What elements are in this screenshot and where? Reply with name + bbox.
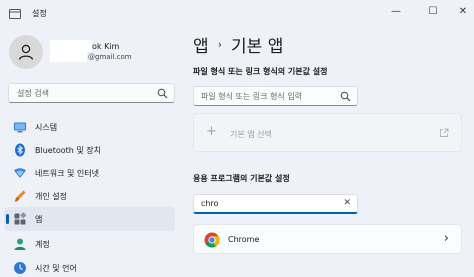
sidebar-item-label: 네트워크 및 인터넷	[35, 169, 99, 178]
app-list-item-chrome[interactable]: Chrome ›	[193, 224, 462, 254]
settings-search-input[interactable]	[9, 88, 149, 98]
sidebar-item-label: 앱	[35, 215, 43, 224]
app-search-input[interactable]	[194, 199, 324, 208]
app-section-title: 응용 프로그램의 기본값 설정	[193, 174, 290, 183]
time-language-icon	[14, 262, 26, 274]
file-type-search-box[interactable]	[193, 86, 358, 106]
file-type-section-title: 파일 형식 또는 링크 형식의 기본값 설정	[193, 67, 328, 76]
app-search-box[interactable]: ✕	[193, 194, 358, 214]
settings-app-icon	[9, 9, 21, 19]
main-content: 앱 › 기본 앱 파일 형식 또는 링크 형식의 기본값 설정 + 기본 앱 선…	[185, 28, 474, 277]
search-icon	[157, 88, 168, 99]
user-email: @gmail.com	[88, 53, 132, 61]
minimize-button[interactable]: —	[381, 2, 411, 20]
minimize-icon: —	[391, 5, 401, 17]
sidebar-item-network[interactable]: 네트워크 및 인터넷	[4, 161, 175, 185]
sidebar-item-time-language[interactable]: 시간 및 언어	[4, 256, 175, 277]
redacted-name	[50, 40, 92, 52]
close-icon: ✕	[458, 5, 468, 17]
redacted-email	[50, 52, 87, 62]
search-icon	[340, 91, 351, 102]
choose-default-app-button[interactable]: + 기본 앱 선택	[193, 113, 462, 152]
clear-search-icon[interactable]: ✕	[343, 198, 351, 208]
sidebar-item-personalization[interactable]: 개인 설정	[4, 184, 175, 208]
choose-default-app-label: 기본 앱 선택	[230, 130, 272, 139]
maximize-icon: ☐	[428, 5, 438, 17]
maximize-button[interactable]: ☐	[418, 2, 448, 20]
sidebar-item-bluetooth[interactable]: Bluetooth 및 장치	[4, 138, 175, 162]
chrome-icon	[204, 232, 220, 248]
close-button[interactable]: ✕	[448, 2, 474, 20]
sidebar-item-system[interactable]: 시스템	[4, 115, 175, 139]
account-icon	[14, 238, 26, 250]
breadcrumb: 앱 › 기본 앱	[193, 32, 283, 57]
sidebar-item-label: 시간 및 언어	[35, 264, 77, 273]
window-title: 설정	[32, 9, 47, 18]
plus-icon: +	[206, 124, 217, 139]
chevron-right-icon: ›	[443, 231, 449, 246]
sidebar-item-label: 시스템	[35, 123, 58, 132]
sidebar-item-accounts[interactable]: 계정	[4, 232, 175, 256]
apps-icon	[14, 212, 27, 225]
title-bar: 설정 — ☐ ✕	[0, 0, 474, 28]
sidebar-item-label: Bluetooth 및 장치	[35, 146, 102, 155]
bluetooth-icon	[15, 143, 25, 157]
breadcrumb-parent[interactable]: 앱	[193, 32, 209, 57]
sidebar-item-label: 계정	[35, 240, 50, 249]
sidebar-item-apps[interactable]: 앱	[4, 207, 175, 231]
active-indicator	[6, 214, 9, 224]
user-icon	[18, 44, 34, 60]
open-external-icon	[440, 128, 449, 137]
sidebar-item-label: 개인 설정	[35, 192, 67, 201]
network-icon	[14, 168, 26, 178]
page-title: 기본 앱	[231, 37, 284, 57]
avatar[interactable]	[9, 35, 43, 69]
system-icon	[14, 122, 26, 133]
app-name: Chrome	[228, 235, 260, 244]
user-name: ok Kim	[92, 42, 120, 51]
settings-search-box[interactable]	[8, 83, 175, 103]
personalization-icon	[14, 190, 26, 202]
breadcrumb-separator: ›	[217, 38, 223, 51]
file-type-input[interactable]	[194, 91, 334, 101]
